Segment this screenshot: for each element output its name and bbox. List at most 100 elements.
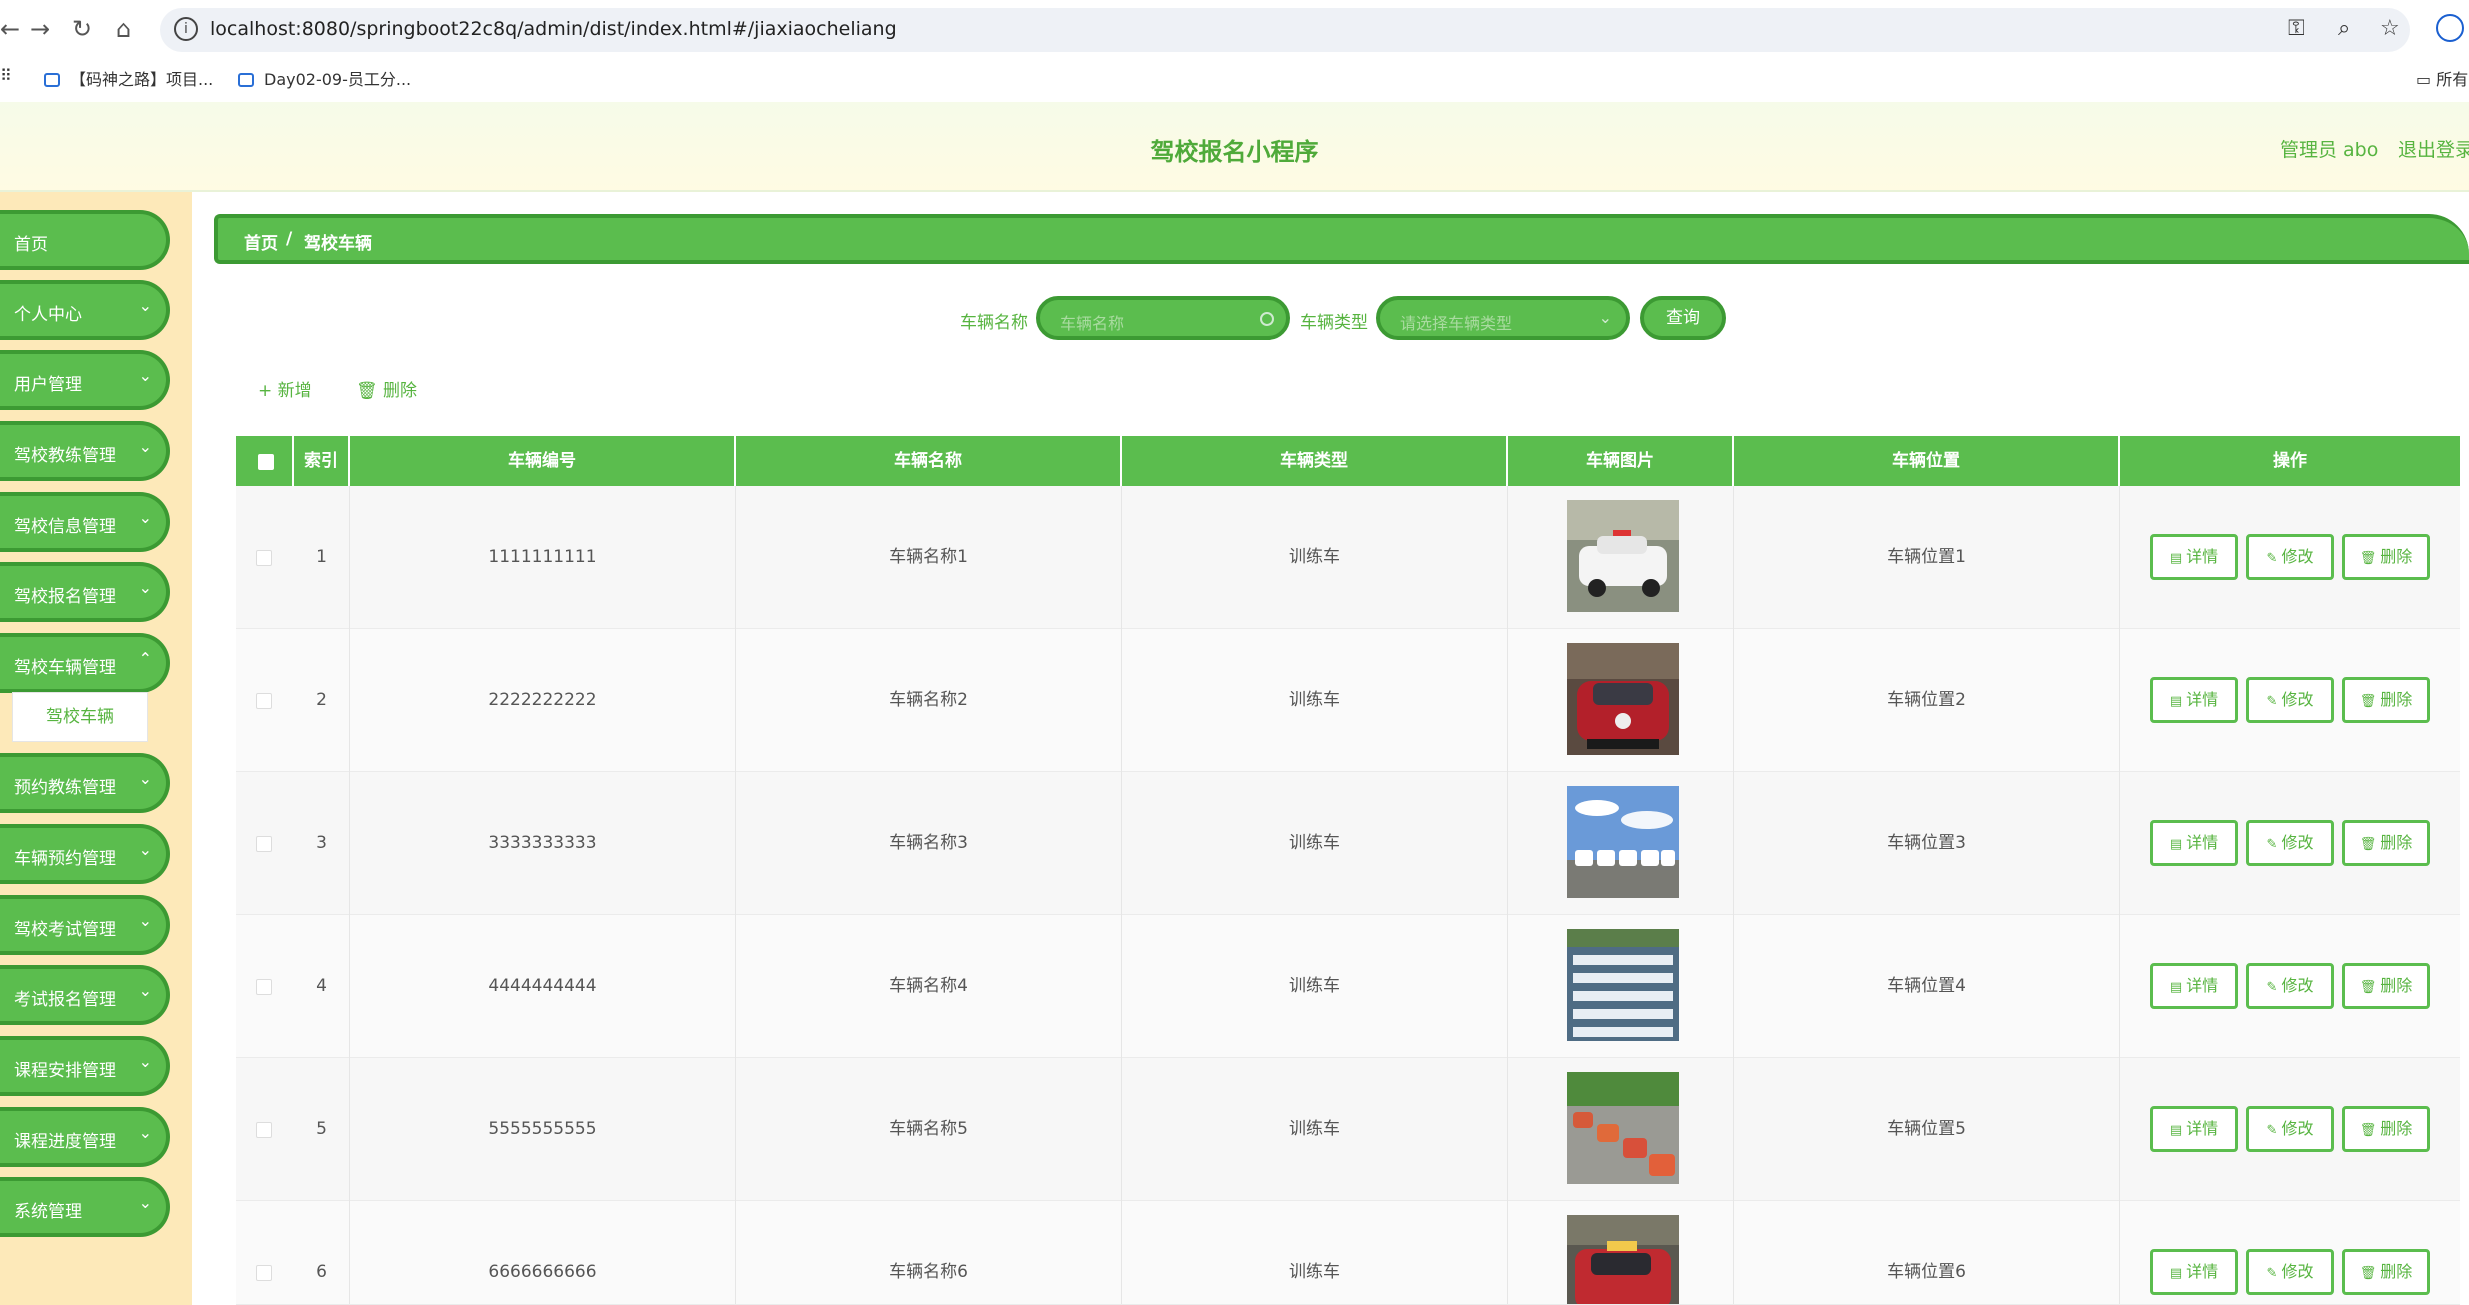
detail-button[interactable]: ▤ 详情 — [2150, 820, 2238, 866]
row-checkbox[interactable] — [256, 1122, 272, 1138]
row-checkbox[interactable] — [256, 836, 272, 852]
vehicle-image[interactable] — [1567, 1072, 1679, 1184]
query-button[interactable]: 查询 — [1640, 296, 1726, 340]
row-index: 4 — [294, 915, 350, 1058]
reload-icon[interactable]: ↻ — [72, 14, 92, 44]
bookmark-item[interactable]: Day02-09-员工分... — [238, 66, 411, 90]
sidebar-item-vehicle-booking[interactable]: 车辆预约管理 ⌄ — [0, 824, 170, 884]
select-all-checkbox[interactable] — [258, 454, 274, 470]
sidebar-item-vehicle-management[interactable]: 驾校车辆管理 ⌃ — [0, 633, 170, 693]
profile-icon[interactable] — [2436, 14, 2464, 42]
edit-icon: ✎ — [2266, 1123, 2278, 1138]
all-bookmarks-folder[interactable]: ▭ 所有 — [2416, 66, 2468, 90]
vehicle-image[interactable] — [1567, 786, 1679, 898]
delete-button[interactable]: 🗑 删除 — [2342, 534, 2430, 580]
document-icon: ▤ — [2169, 694, 2183, 709]
forward-icon[interactable]: → — [30, 14, 50, 44]
row-checkbox[interactable] — [256, 693, 272, 709]
sidebar-item-label: 驾校信息管理 — [14, 517, 116, 537]
vehicle-image[interactable] — [1567, 929, 1679, 1041]
breadcrumb-home[interactable]: 首页 — [244, 229, 278, 254]
vehicle-code: 4444444444 — [350, 915, 736, 1058]
sidebar-item-home[interactable]: 首页 — [0, 210, 170, 270]
bookmark-item[interactable]: 【码神之路】项目... — [44, 66, 213, 90]
edit-button[interactable]: ✎ 修改 — [2246, 1249, 2334, 1295]
vehicle-image[interactable] — [1567, 1215, 1679, 1305]
sidebar-item-label: 驾校考试管理 — [14, 920, 116, 940]
edit-button[interactable]: ✎ 修改 — [2246, 677, 2334, 723]
detail-label: 详情 — [2186, 547, 2219, 566]
delete-button[interactable]: 🗑 删除 — [2342, 963, 2430, 1009]
chevron-down-icon: ⌄ — [138, 578, 152, 597]
trash-icon: 🗑 — [2359, 837, 2377, 852]
star-icon[interactable]: ☆ — [2380, 16, 2400, 41]
sidebar-item-coach-booking[interactable]: 预约教练管理 ⌄ — [0, 753, 170, 813]
add-button[interactable]: + 新增 — [258, 376, 312, 401]
edit-icon: ✎ — [2266, 980, 2278, 995]
chevron-down-icon: ⌄ — [138, 296, 152, 315]
detail-button[interactable]: ▤ 详情 — [2150, 677, 2238, 723]
delete-button[interactable]: 🗑 删除 — [2342, 820, 2430, 866]
sidebar-item-system[interactable]: 系统管理 ⌄ — [0, 1177, 170, 1237]
sidebar-item-label: 驾校车辆管理 — [14, 658, 116, 678]
sidebar-item-exam-management[interactable]: 驾校考试管理 ⌄ — [0, 895, 170, 955]
sidebar-item-user-management[interactable]: 用户管理 ⌄ — [0, 350, 170, 410]
chevron-down-icon: ⌄ — [138, 508, 152, 527]
delete-label: 删除 — [383, 381, 417, 401]
row-checkbox[interactable] — [256, 1265, 272, 1281]
chevron-down-icon: ⌄ — [1598, 308, 1612, 327]
logout-link[interactable]: 退出登录 — [2398, 135, 2469, 162]
table-header: 索引 车辆编号 车辆名称 车辆类型 车辆图片 车辆位置 操作 — [236, 436, 2460, 486]
sidebar-item-enrollment[interactable]: 驾校报名管理 ⌄ — [0, 562, 170, 622]
sidebar-item-personal-center[interactable]: 个人中心 ⌄ — [0, 280, 170, 340]
search-icon — [1260, 312, 1274, 326]
vehicle-type-select[interactable]: 请选择车辆类型 ⌄ — [1376, 296, 1630, 340]
sidebar-item-label: 考试报名管理 — [14, 990, 116, 1010]
header-select-all[interactable] — [236, 436, 294, 486]
zoom-icon[interactable]: ⌕ — [2338, 16, 2350, 41]
plus-icon: + — [258, 381, 278, 401]
key-icon[interactable]: ⚿ — [2288, 16, 2305, 41]
sidebar-item-course-schedule[interactable]: 课程安排管理 ⌄ — [0, 1036, 170, 1096]
row-checkbox[interactable] — [256, 550, 272, 566]
edit-button[interactable]: ✎ 修改 — [2246, 1106, 2334, 1152]
detail-button[interactable]: ▤ 详情 — [2150, 963, 2238, 1009]
delete-button[interactable]: 🗑 删除 — [2342, 1106, 2430, 1152]
batch-delete-button[interactable]: 🗑 删除 — [356, 376, 417, 401]
vehicle-name-input[interactable]: 车辆名称 — [1036, 296, 1290, 340]
detail-button[interactable]: ▤ 详情 — [2150, 534, 2238, 580]
chevron-down-icon: ⌄ — [138, 1123, 152, 1142]
document-icon: ▤ — [2169, 551, 2183, 566]
sidebar-item-label: 系统管理 — [14, 1202, 82, 1222]
sidebar-item-exam-enrollment[interactable]: 考试报名管理 ⌄ — [0, 965, 170, 1025]
sidebar-item-course-progress[interactable]: 课程进度管理 ⌄ — [0, 1107, 170, 1167]
delete-button[interactable]: 🗑 删除 — [2342, 1249, 2430, 1295]
sidebar-item-school-info[interactable]: 驾校信息管理 ⌄ — [0, 492, 170, 552]
vehicle-name-placeholder: 车辆名称 — [1060, 314, 1125, 333]
delete-button[interactable]: 🗑 删除 — [2342, 677, 2430, 723]
vehicle-type: 训练车 — [1122, 1058, 1508, 1201]
row-checkbox[interactable] — [256, 979, 272, 995]
apps-icon[interactable]: ⠿ — [0, 66, 12, 85]
edit-button[interactable]: ✎ 修改 — [2246, 820, 2334, 866]
browser-toolbar: ← → ↻ ⌂ i localhost:8080/springboot22c8q… — [0, 0, 2469, 60]
sidebar-subitem-vehicles[interactable]: 驾校车辆 — [12, 692, 148, 742]
bookmark-icon — [238, 73, 254, 87]
back-icon[interactable]: ← — [0, 14, 20, 44]
sidebar-item-label: 车辆预约管理 — [14, 849, 116, 869]
home-icon[interactable]: ⌂ — [116, 14, 131, 44]
edit-button[interactable]: ✎ 修改 — [2246, 534, 2334, 580]
vehicle-name-label: 车辆名称 — [960, 313, 1028, 333]
vehicle-image[interactable] — [1567, 500, 1679, 612]
url-text[interactable]: localhost:8080/springboot22c8q/admin/dis… — [210, 18, 897, 40]
detail-button[interactable]: ▤ 详情 — [2150, 1106, 2238, 1152]
vehicle-type: 训练车 — [1122, 772, 1508, 915]
detail-label: 详情 — [2186, 833, 2219, 852]
sidebar-item-coach-management[interactable]: 驾校教练管理 ⌄ — [0, 421, 170, 481]
delete-label: 删除 — [2380, 1262, 2413, 1281]
edit-button[interactable]: ✎ 修改 — [2246, 963, 2334, 1009]
site-info-icon[interactable]: i — [174, 17, 198, 41]
detail-button[interactable]: ▤ 详情 — [2150, 1249, 2238, 1295]
vehicle-image[interactable] — [1567, 643, 1679, 755]
address-bar[interactable]: i localhost:8080/springboot22c8q/admin/d… — [160, 8, 2410, 52]
